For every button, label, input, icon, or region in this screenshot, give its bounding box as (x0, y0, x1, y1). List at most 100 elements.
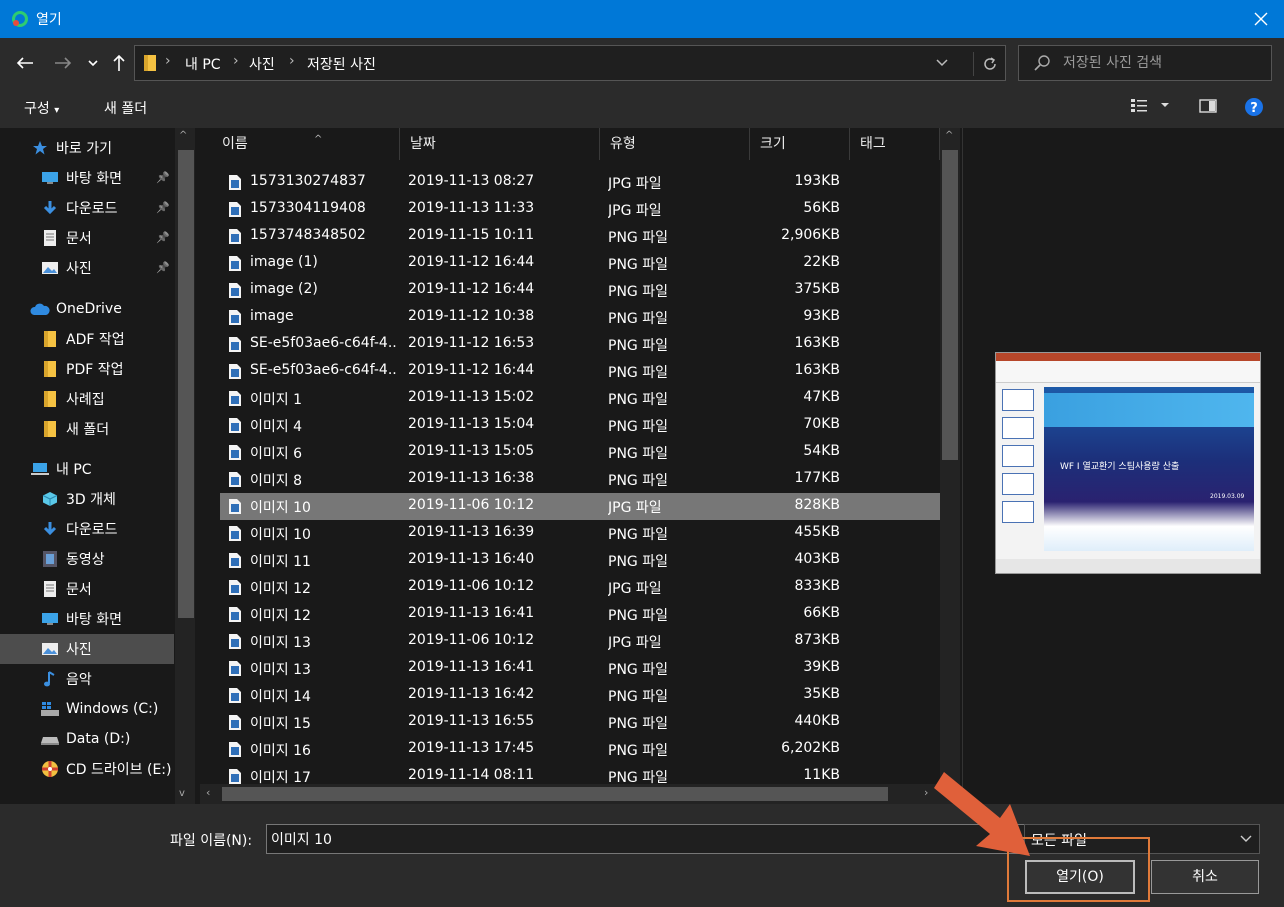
help-icon[interactable]: ? (1244, 97, 1264, 117)
nav-item[interactable]: 3D 개체 (0, 484, 174, 514)
file-row[interactable]: 1573748348502 2019-11-15 10:11 PNG 파일 2,906… (220, 223, 940, 250)
file-row[interactable]: 이미지 10 2019-11-13 16:39 PNG 파일 455KB (220, 520, 940, 547)
navigation-pane: 바로 가기바탕 화면 📌 다운로드 📌 문서 📌 사진 📌 OneDrive ADF 작업 PDF … (0, 128, 197, 804)
column-header-tag[interactable]: 태그 (850, 128, 940, 160)
nav-item[interactable]: Data (D:) (0, 724, 174, 754)
nav-item[interactable]: 사진 📌 (0, 253, 174, 283)
nav-scroll-thumb[interactable] (178, 150, 194, 618)
vertical-scroll-thumb[interactable] (942, 150, 958, 460)
nav-item[interactable]: 음악 (0, 664, 174, 694)
folder-icon (40, 390, 60, 408)
nav-item[interactable]: 동영상 (0, 544, 174, 574)
arrow-right-icon (55, 57, 72, 69)
new-folder-button[interactable]: 새 폴더 (104, 98, 147, 118)
vertical-scrollbar[interactable]: ^ (940, 128, 960, 804)
column-header-date[interactable]: 날짜 (400, 128, 600, 160)
refresh-button[interactable] (973, 52, 1005, 76)
file-row[interactable]: 이미지 13 2019-11-13 16:41 PNG 파일 39KB (220, 655, 940, 682)
caret-down-icon[interactable] (1160, 100, 1170, 110)
nav-item[interactable]: CD 드라이브 (E:) (0, 754, 174, 784)
file-row[interactable]: image (2) 2019-11-12 16:44 PNG 파일 375KB (220, 277, 940, 304)
close-icon (1254, 12, 1268, 26)
nav-item[interactable]: 사례집 (0, 384, 174, 414)
nav-item[interactable]: 문서 (0, 574, 174, 604)
nav-item[interactable]: 내 PC (0, 454, 174, 484)
file-name: image (1) (250, 254, 318, 270)
nav-item[interactable]: PDF 작업 (0, 354, 174, 384)
folder-icon (40, 330, 60, 348)
nav-item[interactable]: ADF 작업 (0, 324, 174, 354)
nav-item[interactable]: 바탕 화면 (0, 604, 174, 634)
file-row[interactable]: 이미지 14 2019-11-13 16:42 PNG 파일 35KB (220, 682, 940, 709)
open-button[interactable]: 열기(O) (1025, 860, 1135, 894)
column-header-name[interactable]: 이름 ^ (212, 128, 400, 160)
scroll-left-icon[interactable]: ‹ (206, 786, 210, 799)
video-icon (40, 550, 60, 568)
nav-item-label: 바로 가기 (56, 141, 112, 157)
preview-slide-thumb (1002, 417, 1034, 439)
file-row[interactable]: 이미지 15 2019-11-13 16:55 PNG 파일 440KB (220, 709, 940, 736)
image-file-icon (228, 174, 242, 195)
file-name: 이미지 8 (250, 473, 302, 489)
back-button[interactable] (12, 50, 38, 76)
scroll-up-icon[interactable]: ^ (179, 130, 187, 141)
nav-item[interactable]: 문서 📌 (0, 223, 174, 253)
file-row[interactable]: 1573304119408 2019-11-13 11:33 JPG 파일 56KB (220, 196, 940, 223)
scroll-up-icon[interactable]: ^ (945, 130, 953, 141)
breadcrumb-pictures[interactable]: 사진 (249, 54, 275, 74)
preview-pane-icon[interactable] (1199, 98, 1217, 114)
file-row[interactable]: 이미지 4 2019-11-13 15:04 PNG 파일 70KB (220, 412, 940, 439)
file-row[interactable]: 이미지 6 2019-11-13 15:05 PNG 파일 54KB (220, 439, 940, 466)
file-type: PNG 파일 (608, 662, 668, 678)
filename-input[interactable] (266, 824, 1044, 854)
document-icon (40, 580, 60, 598)
scroll-right-icon[interactable]: › (924, 786, 928, 799)
nav-item[interactable]: Windows (C:) (0, 694, 174, 724)
nav-item[interactable]: 다운로드 📌 (0, 193, 174, 223)
cancel-button[interactable]: 취소 (1151, 860, 1259, 894)
up-button[interactable] (106, 50, 132, 76)
view-options-icon[interactable] (1130, 98, 1148, 114)
address-bar[interactable]: › 내 PC › 사진 › 저장된 사진 (134, 45, 1006, 81)
breadcrumb-saved-pictures[interactable]: 저장된 사진 (307, 54, 376, 74)
preview-status-bar (996, 559, 1260, 573)
nav-item[interactable]: 바로 가기 (0, 133, 174, 163)
column-header-size[interactable]: 크기 (750, 128, 850, 160)
nav-item[interactable]: 다운로드 (0, 514, 174, 544)
column-header-type[interactable]: 유형 (600, 128, 750, 160)
file-date: 2019-11-06 10:12 (408, 632, 535, 648)
chevron-down-icon[interactable] (935, 54, 949, 70)
forward-button[interactable] (50, 50, 76, 76)
file-name: SE-e5f03ae6-c64f-4... (250, 335, 396, 351)
file-row[interactable]: SE-e5f03ae6-c64f-4... 2019-11-12 16:53 PNG… (220, 331, 940, 358)
file-row[interactable]: 이미지 1 2019-11-13 15:02 PNG 파일 47KB (220, 385, 940, 412)
file-row[interactable]: 이미지 13 2019-11-06 10:12 JPG 파일 873KB (220, 628, 940, 655)
image-file-icon (228, 714, 242, 735)
file-row[interactable]: 이미지 8 2019-11-13 16:38 PNG 파일 177KB (220, 466, 940, 493)
close-button[interactable] (1238, 0, 1284, 38)
organize-menu-button[interactable]: 구성 ▾ (24, 98, 59, 118)
file-row[interactable]: image (1) 2019-11-12 16:44 PNG 파일 22KB (220, 250, 940, 277)
nav-item[interactable]: 바탕 화면 📌 (0, 163, 174, 193)
file-row[interactable]: SE-e5f03ae6-c64f-4... 2019-11-12 16:44 PNG… (220, 358, 940, 385)
horizontal-scroll-thumb[interactable] (222, 787, 888, 801)
file-row[interactable]: 1573130274837 2019-11-13 08:27 JPG 파일 193KB (220, 169, 940, 196)
scroll-down-icon[interactable]: v (179, 788, 185, 799)
file-row[interactable]: 이미지 10 2019-11-06 10:12 JPG 파일 828KB (220, 493, 940, 520)
nav-item[interactable]: OneDrive (0, 294, 174, 324)
search-input[interactable] (1063, 46, 1263, 80)
file-row[interactable]: 이미지 12 2019-11-13 16:41 PNG 파일 66KB (220, 601, 940, 628)
horizontal-scrollbar[interactable]: ‹ › (200, 784, 940, 804)
nav-scrollbar[interactable]: ^ v (175, 128, 195, 804)
recent-locations-button[interactable] (80, 50, 106, 76)
file-row[interactable]: 이미지 11 2019-11-13 16:40 PNG 파일 403KB (220, 547, 940, 574)
preview-slide-thumb (1002, 501, 1034, 523)
file-row[interactable]: 이미지 12 2019-11-06 10:12 JPG 파일 833KB (220, 574, 940, 601)
nav-item-label: 사례집 (66, 392, 105, 408)
nav-item[interactable]: 사진 (0, 634, 174, 664)
file-row[interactable]: image 2019-11-12 10:38 PNG 파일 93KB (220, 304, 940, 331)
search-box[interactable] (1018, 45, 1272, 81)
file-row[interactable]: 이미지 16 2019-11-13 17:45 PNG 파일 6,202KB (220, 736, 940, 763)
breadcrumb-my-pc[interactable]: 내 PC (185, 54, 221, 74)
nav-item[interactable]: 새 폴더 (0, 414, 174, 444)
